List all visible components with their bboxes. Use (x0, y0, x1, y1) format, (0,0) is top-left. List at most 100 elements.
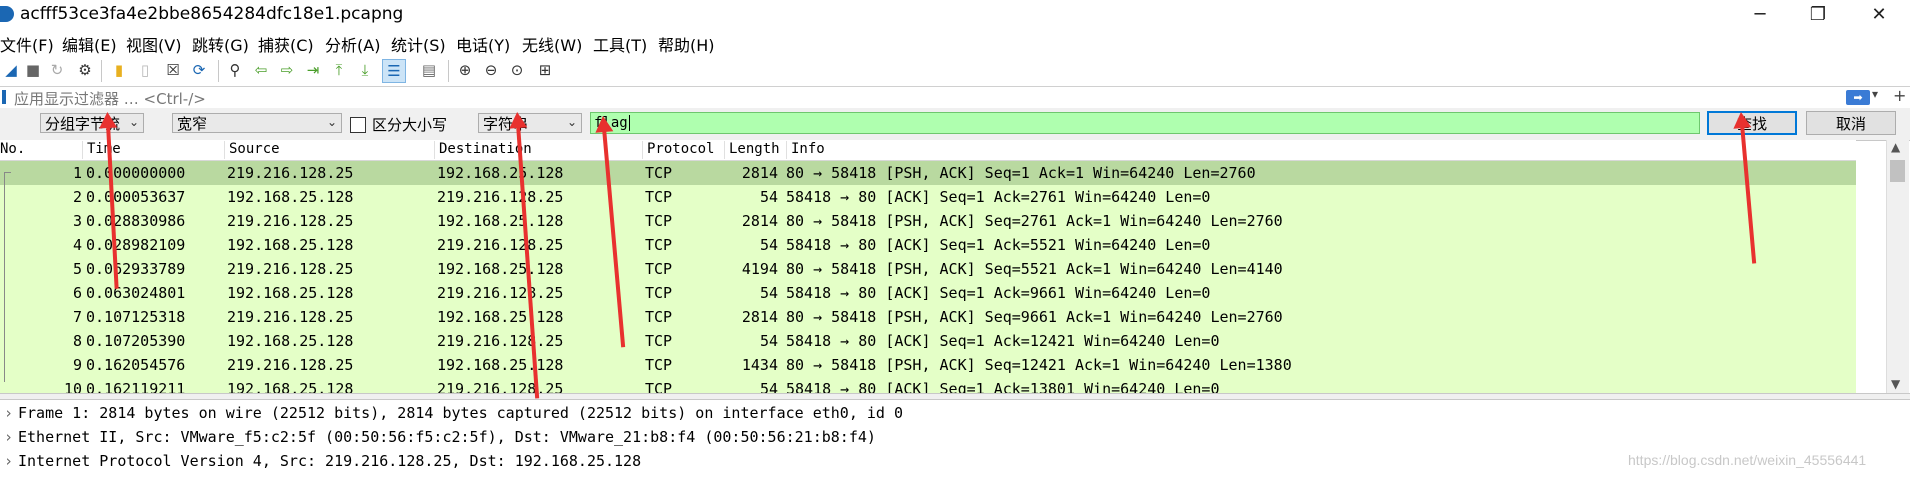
cell-time: 0.000053637 (86, 188, 186, 206)
cell-info: 80 → 58418 [PSH, ACK] Seq=2761 Ack=1 Win… (786, 212, 1283, 230)
cell-protocol: TCP (645, 212, 673, 230)
cell-length: 54 (759, 236, 778, 254)
cell-length: 1434 (741, 356, 778, 374)
menu-wireless[interactable]: 无线(W) (522, 32, 582, 56)
cell-info: 58418 → 80 [ACK] Seq=1 Ack=9661 Win=6424… (786, 284, 1211, 302)
expand-chevron-icon[interactable]: › (4, 428, 18, 446)
table-row[interactable]: 10 0.162119211 192.168.25.128 219.216.128.2… (0, 377, 1856, 393)
save-file-icon[interactable]: ▯ (134, 59, 156, 81)
case-sensitive-checkbox[interactable] (350, 117, 366, 133)
cell-no: 7 (72, 308, 82, 326)
autoscroll-icon[interactable]: ☰ (382, 59, 406, 83)
expand-chevron-icon[interactable]: › (4, 452, 18, 470)
column-time[interactable]: Time (82, 141, 224, 159)
pane-splitter[interactable] (0, 393, 1910, 400)
table-row[interactable]: 4 0.028982109 192.168.25.128 219.216.128.25… (0, 233, 1856, 257)
menu-capture[interactable]: 捕获(C) (258, 32, 314, 56)
forward-arrow-icon[interactable]: ⇨ (276, 59, 298, 81)
menu-statistics[interactable]: 统计(S) (391, 32, 446, 56)
cell-source: 192.168.25.128 (227, 188, 354, 206)
cell-destination: 219.216.128.25 (437, 284, 564, 302)
menu-file[interactable]: 文件(F) (0, 32, 54, 56)
cell-protocol: TCP (645, 332, 673, 350)
close-file-icon[interactable]: ☒ (162, 59, 184, 81)
cell-protocol: TCP (645, 260, 673, 278)
cell-time: 0.028982109 (86, 236, 186, 254)
zoom-reset-icon[interactable]: ⊙ (506, 59, 528, 81)
restart-icon[interactable]: ↻ (46, 59, 68, 81)
menu-tools[interactable]: 工具(T) (593, 32, 647, 56)
column-source[interactable]: Source (224, 141, 434, 159)
search-type-select[interactable]: 字符串 ⌄ (478, 113, 582, 133)
find-icon[interactable]: ⚲ (224, 59, 246, 81)
cell-no: 1 (72, 164, 82, 182)
detail-row-ethernet[interactable]: › Ethernet II, Src: VMware_f5:c2:5f (00:5… (4, 428, 876, 446)
back-arrow-icon[interactable]: ⇦ (250, 59, 272, 81)
maximize-button[interactable]: ❐ (1795, 0, 1841, 28)
table-row[interactable]: 2 0.000053637 192.168.25.128 219.216.128.25… (0, 185, 1856, 209)
column-protocol[interactable]: Protocol (642, 141, 724, 159)
column-no[interactable]: No. (0, 141, 82, 159)
packet-list: 1 0.000000000 219.216.128.25 192.168.25.128… (0, 161, 1856, 393)
bookmark-icon[interactable] (2, 90, 6, 104)
minimize-button[interactable]: ─ (1737, 0, 1783, 28)
column-info[interactable]: Info (786, 141, 1856, 159)
column-destination[interactable]: Destination (434, 141, 642, 159)
menu-view[interactable]: 视图(V) (126, 32, 181, 56)
cell-source: 219.216.128.25 (227, 212, 354, 230)
wireshark-app-icon (0, 6, 14, 22)
menu-go[interactable]: 跳转(G) (192, 32, 249, 56)
cell-source: 219.216.128.25 (227, 308, 354, 326)
close-button[interactable]: ✕ (1856, 0, 1902, 28)
filter-history-dropdown-icon[interactable]: ▾ (1872, 87, 1878, 101)
cell-info: 80 → 58418 [PSH, ACK] Seq=1 Ack=1 Win=64… (786, 164, 1256, 182)
table-row[interactable]: 6 0.063024801 192.168.25.128 219.216.128.25… (0, 281, 1856, 305)
table-row[interactable]: 3 0.028830986 219.216.128.25 192.168.25.128… (0, 209, 1856, 233)
table-row[interactable]: 5 0.062933789 219.216.128.25 192.168.25.128… (0, 257, 1856, 281)
scroll-down-icon[interactable]: ▼ (1891, 377, 1900, 391)
menu-edit[interactable]: 编辑(E) (62, 32, 117, 56)
table-row[interactable]: 1 0.000000000 219.216.128.25 192.168.25.128… (0, 161, 1856, 185)
options-gear-icon[interactable]: ⚙ (74, 59, 96, 81)
cell-destination: 219.216.128.25 (437, 380, 564, 393)
table-row[interactable]: 7 0.107125318 219.216.128.25 192.168.25.128… (0, 305, 1856, 329)
cell-protocol: TCP (645, 284, 673, 302)
detail-row-frame[interactable]: › Frame 1: 2814 bytes on wire (22512 bits… (4, 404, 903, 422)
packet-list-scrollbar[interactable]: ▲ ▼ (1886, 140, 1909, 393)
menu-analyze[interactable]: 分析(A) (325, 32, 380, 56)
scrollbar-thumb[interactable] (1890, 160, 1905, 182)
scroll-up-icon[interactable]: ▲ (1891, 140, 1900, 154)
cancel-button[interactable]: 取消 (1806, 111, 1896, 135)
expand-chevron-icon[interactable]: › (4, 404, 18, 422)
colorize-icon[interactable]: ▤ (418, 59, 440, 81)
toolbar-separator (218, 60, 219, 82)
cell-no: 10 (63, 380, 82, 393)
cell-destination: 192.168.25.128 (437, 212, 564, 230)
cell-info: 58418 → 80 [ACK] Seq=1 Ack=12421 Win=642… (786, 332, 1220, 350)
search-string-input[interactable]: flag (590, 112, 1700, 134)
table-row[interactable]: 9 0.162054576 219.216.128.25 192.168.25.128… (0, 353, 1856, 377)
table-row[interactable]: 8 0.107205390 192.168.25.128 219.216.128.25… (0, 329, 1856, 353)
apply-filter-arrow-icon[interactable]: ➡ (1846, 90, 1870, 105)
last-packet-icon[interactable]: ⤓ (354, 59, 376, 81)
zoom-out-icon[interactable]: ⊖ (480, 59, 502, 81)
find-button[interactable]: 查找 (1707, 111, 1797, 135)
char-width-select[interactable]: 宽窄 ⌄ (172, 113, 342, 133)
add-filter-button-icon[interactable]: + (1893, 86, 1906, 105)
shark-fin-icon[interactable]: ◢ (0, 59, 22, 81)
goto-packet-icon[interactable]: ⇥ (302, 59, 324, 81)
menu-help[interactable]: 帮助(H) (658, 32, 715, 56)
resize-columns-icon[interactable]: ⊞ (534, 59, 556, 81)
menu-telephony[interactable]: 电话(Y) (456, 32, 510, 56)
watermark: https://blog.csdn.net/weixin_45556441 (1628, 452, 1867, 468)
display-filter-input[interactable]: 应用显示过滤器 … <Ctrl-/> (14, 89, 1844, 108)
search-in-select[interactable]: 分组字节流 ⌄ (40, 113, 144, 133)
open-folder-icon[interactable]: ▮ (108, 59, 130, 81)
first-packet-icon[interactable]: ⤒ (328, 59, 350, 81)
cell-length: 54 (759, 284, 778, 302)
column-length[interactable]: Length (724, 141, 786, 159)
reload-icon[interactable]: ⟳ (188, 59, 210, 81)
zoom-in-icon[interactable]: ⊕ (454, 59, 476, 81)
detail-row-ipv4[interactable]: › Internet Protocol Version 4, Src: 219.2… (4, 452, 641, 470)
stop-icon[interactable]: ■ (22, 59, 44, 81)
